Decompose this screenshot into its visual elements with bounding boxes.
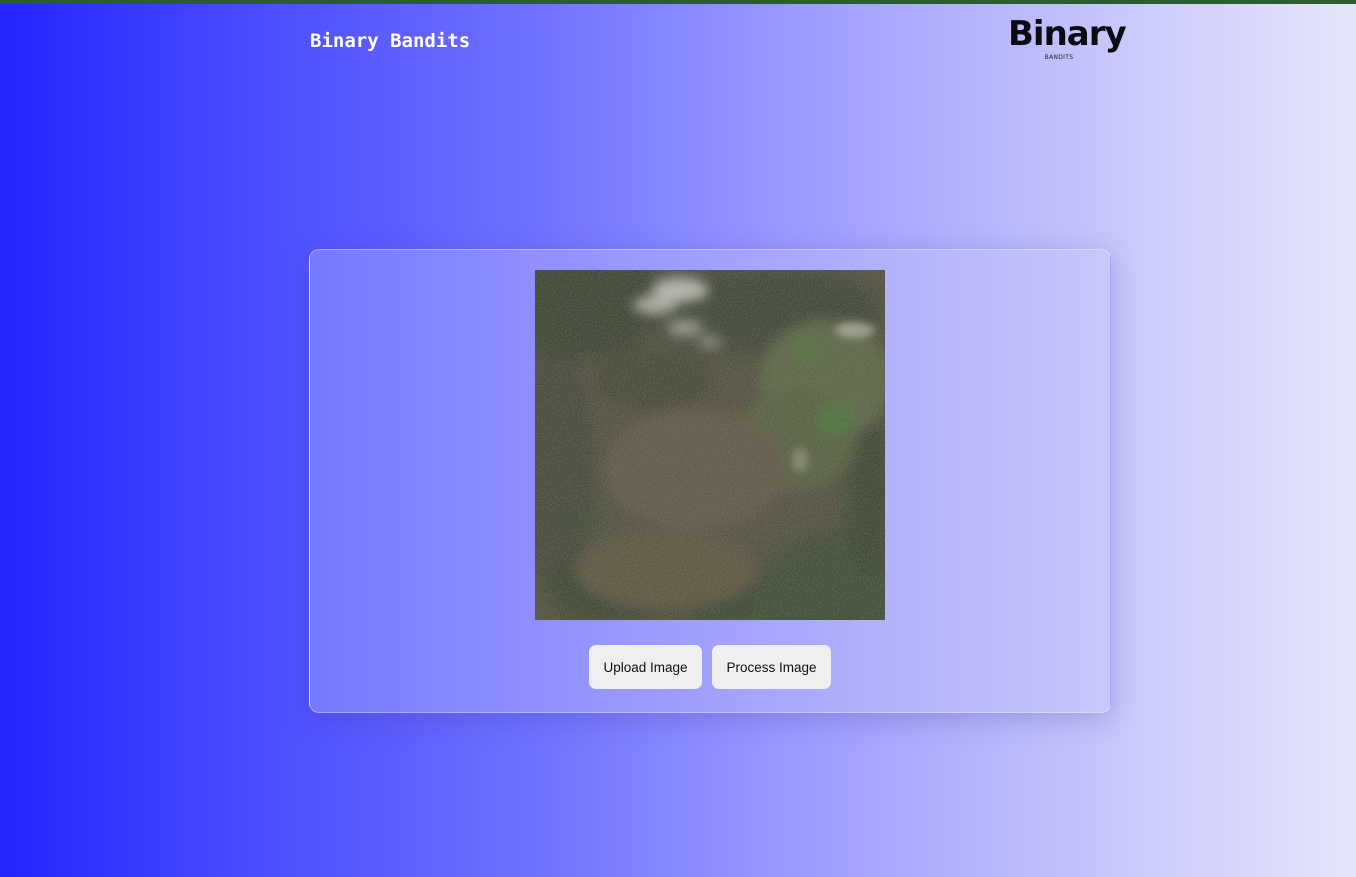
process-image-button[interactable]: Process Image — [712, 645, 831, 689]
site-title: Binary Bandits — [310, 30, 471, 52]
logo-subtext: BANDITS — [1044, 54, 1074, 61]
brand-logo: Binary BANDITS — [1008, 14, 1127, 64]
upload-card: Upload Image Process Image — [309, 249, 1111, 713]
upload-image-button[interactable]: Upload Image — [589, 645, 702, 689]
image-preview — [535, 270, 885, 620]
logo-wordmark: Binary — [1008, 14, 1127, 54]
top-accent-bar — [0, 0, 1356, 4]
satellite-image — [535, 270, 885, 620]
